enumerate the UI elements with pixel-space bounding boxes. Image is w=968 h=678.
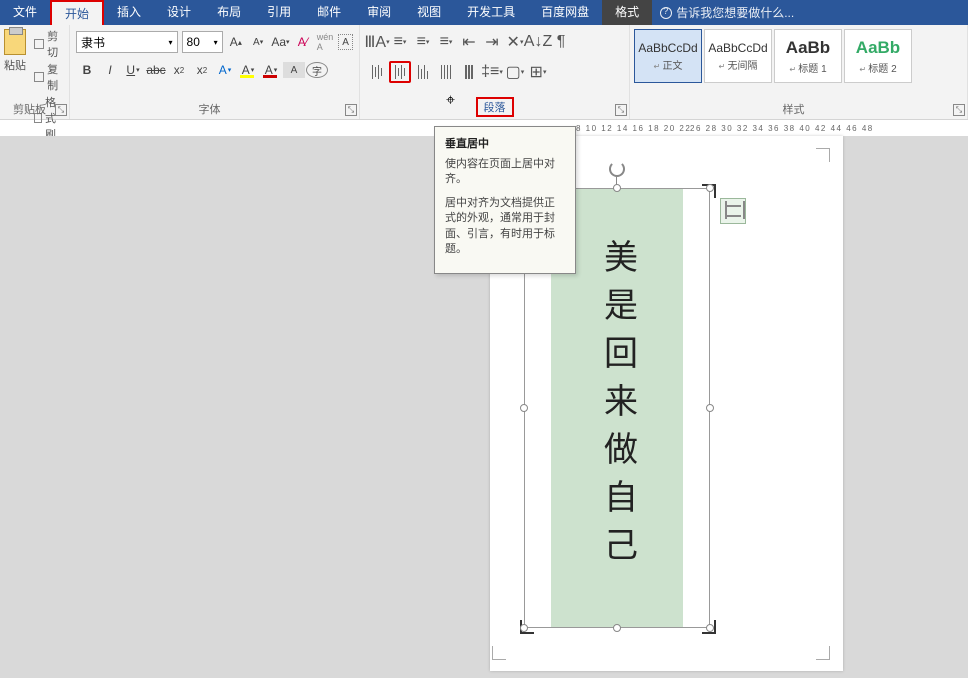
font-name-select[interactable]: 隶书▾ bbox=[76, 31, 178, 53]
valign-justify-button[interactable] bbox=[435, 61, 457, 83]
tooltip-body2: 居中对齐为文档提供正式的外观，通常用于封面、引言，有时用于标题。 bbox=[445, 196, 565, 258]
style-normal[interactable]: AaBbCcDd正文 bbox=[634, 29, 702, 83]
font-label: 字体 bbox=[70, 101, 349, 117]
grow-font-button[interactable]: A▴ bbox=[227, 32, 245, 52]
text-effects-button[interactable]: A▾ bbox=[214, 59, 236, 81]
styles-gallery[interactable]: AaBbCcDd正文 AaBbCcDd无间隔 AaBb标题 1 AaBb标题 2 bbox=[634, 29, 963, 83]
styles-launcher[interactable]: ⤡ bbox=[953, 104, 965, 116]
ruler-left: 8 10 12 14 16 18 20 22 bbox=[576, 121, 691, 136]
layout-options-button[interactable] bbox=[720, 198, 746, 224]
char-scale-button[interactable]: ✕▾ bbox=[504, 31, 526, 53]
change-case-button[interactable]: Aa▾ bbox=[271, 32, 289, 52]
cut-button[interactable]: 剪切 bbox=[28, 28, 65, 60]
clipboard-label: 剪贴板 bbox=[0, 101, 59, 117]
menu-bar: 文件 开始 插入 设计 布局 引用 邮件 审阅 视图 开发工具 百度网盘 格式 … bbox=[0, 0, 968, 25]
tab-view[interactable]: 视图 bbox=[404, 0, 454, 25]
ribbon: 粘贴 剪切 复制 格式刷 剪贴板 ⤡ 隶书▾ 80▾ A▴ A▾ Aa▾ A⁄ … bbox=[0, 25, 968, 120]
paragraph-launcher[interactable]: ⤡ bbox=[615, 104, 627, 116]
ruler-right: 26 28 30 32 34 36 38 40 42 44 46 48 bbox=[690, 121, 874, 136]
enclose-char-button[interactable]: 字 bbox=[306, 62, 328, 78]
rotate-handle[interactable] bbox=[609, 161, 625, 177]
styles-label: 样式 bbox=[630, 101, 957, 117]
paste-button[interactable]: 粘贴 bbox=[4, 27, 26, 143]
char-border-button[interactable]: A bbox=[338, 34, 353, 50]
style-heading2[interactable]: AaBb标题 2 bbox=[844, 29, 912, 83]
text-direction-button[interactable]: ⅢA▾ bbox=[366, 31, 388, 53]
shrink-font-button[interactable]: A▾ bbox=[249, 32, 267, 52]
subscript-button[interactable]: x2 bbox=[168, 59, 190, 81]
resize-handle[interactable] bbox=[520, 404, 528, 412]
resize-handle[interactable] bbox=[520, 624, 528, 632]
tab-layout[interactable]: 布局 bbox=[204, 0, 254, 25]
resize-handle[interactable] bbox=[613, 184, 621, 192]
valign-bottom-button[interactable] bbox=[412, 61, 434, 83]
vertical-text[interactable]: 美是回来做自己 bbox=[593, 239, 642, 575]
superscript-button[interactable]: x2 bbox=[191, 59, 213, 81]
tab-file[interactable]: 文件 bbox=[0, 0, 50, 25]
shading-button[interactable]: ▢▾ bbox=[504, 61, 526, 83]
tell-me-hint[interactable]: 告诉我您想要做什么... bbox=[660, 4, 794, 21]
char-shading-button[interactable]: A bbox=[283, 62, 305, 78]
tooltip-title: 垂直居中 bbox=[445, 135, 565, 151]
group-font: 隶书▾ 80▾ A▴ A▾ Aa▾ A⁄ wénA A B I U▾ abc x… bbox=[70, 25, 360, 119]
paragraph-label[interactable]: 段落 bbox=[476, 97, 514, 117]
font-color-button[interactable]: A▾ bbox=[260, 59, 282, 81]
numbering-button[interactable]: ≡▾ bbox=[412, 31, 434, 53]
resize-handle[interactable] bbox=[613, 624, 621, 632]
borders-button[interactable]: ⊞▾ bbox=[527, 61, 549, 83]
tab-review[interactable]: 审阅 bbox=[354, 0, 404, 25]
scissors-icon bbox=[34, 39, 44, 49]
multilevel-button[interactable]: ≡▾ bbox=[435, 31, 457, 53]
valign-distribute-button[interactable] bbox=[458, 61, 480, 83]
tab-references[interactable]: 引用 bbox=[254, 0, 304, 25]
resize-handle[interactable] bbox=[706, 624, 714, 632]
tab-mail[interactable]: 邮件 bbox=[304, 0, 354, 25]
tell-me-text: 告诉我您想要做什么... bbox=[676, 4, 794, 21]
valign-center-button[interactable] bbox=[389, 61, 411, 83]
clipboard-launcher[interactable]: ⤡ bbox=[55, 104, 67, 116]
bold-button[interactable]: B bbox=[76, 59, 98, 81]
tab-insert[interactable]: 插入 bbox=[104, 0, 154, 25]
underline-button[interactable]: U▾ bbox=[122, 59, 144, 81]
tooltip: 垂直居中 使内容在页面上居中对齐。 居中对齐为文档提供正式的外观，通常用于封面、… bbox=[434, 126, 576, 274]
resize-handle[interactable] bbox=[706, 404, 714, 412]
paste-label: 粘贴 bbox=[4, 57, 26, 73]
line-spacing-button[interactable]: ‡≡▾ bbox=[481, 61, 503, 83]
tab-baidu[interactable]: 百度网盘 bbox=[528, 0, 602, 25]
group-clipboard: 粘贴 剪切 复制 格式刷 剪贴板 ⤡ bbox=[0, 25, 70, 119]
style-nospacing[interactable]: AaBbCcDd无间隔 bbox=[704, 29, 772, 83]
phonetic-button[interactable]: wénA bbox=[316, 32, 334, 52]
strike-button[interactable]: abc bbox=[145, 59, 167, 81]
paste-icon bbox=[4, 29, 26, 55]
bullets-button[interactable]: ≡▾ bbox=[389, 31, 411, 53]
valign-top-button[interactable] bbox=[366, 61, 388, 83]
tab-home[interactable]: 开始 bbox=[50, 0, 104, 25]
highlight-button[interactable]: A▾ bbox=[237, 59, 259, 81]
copy-icon bbox=[34, 72, 44, 82]
tooltip-body1: 使内容在页面上居中对齐。 bbox=[445, 157, 565, 188]
group-paragraph: ⅢA▾ ≡▾ ≡▾ ≡▾ ⇤ ⇥ ✕▾ A↓Z ¶ ‡≡▾ ▢▾ ⊞▾ 段落 ⤡ bbox=[360, 25, 630, 119]
tab-format[interactable]: 格式 bbox=[602, 0, 652, 25]
show-marks-button[interactable]: ¶ bbox=[550, 31, 572, 53]
bulb-icon bbox=[660, 7, 672, 19]
copy-button[interactable]: 复制 bbox=[28, 61, 65, 93]
resize-handle[interactable] bbox=[706, 184, 714, 192]
decrease-indent-button[interactable]: ⇤ bbox=[458, 31, 480, 53]
increase-indent-button[interactable]: ⇥ bbox=[481, 31, 503, 53]
group-styles: AaBbCcDd正文 AaBbCcDd无间隔 AaBb标题 1 AaBb标题 2… bbox=[630, 25, 968, 119]
style-heading1[interactable]: AaBb标题 1 bbox=[774, 29, 842, 83]
font-launcher[interactable]: ⤡ bbox=[345, 104, 357, 116]
italic-button[interactable]: I bbox=[99, 59, 121, 81]
tab-devtools[interactable]: 开发工具 bbox=[454, 0, 528, 25]
sort-button[interactable]: A↓Z bbox=[527, 31, 549, 53]
tab-design[interactable]: 设计 bbox=[154, 0, 204, 25]
clear-format-button[interactable]: A⁄ bbox=[294, 32, 312, 52]
layout-icon bbox=[725, 205, 741, 217]
font-size-select[interactable]: 80▾ bbox=[182, 31, 223, 53]
